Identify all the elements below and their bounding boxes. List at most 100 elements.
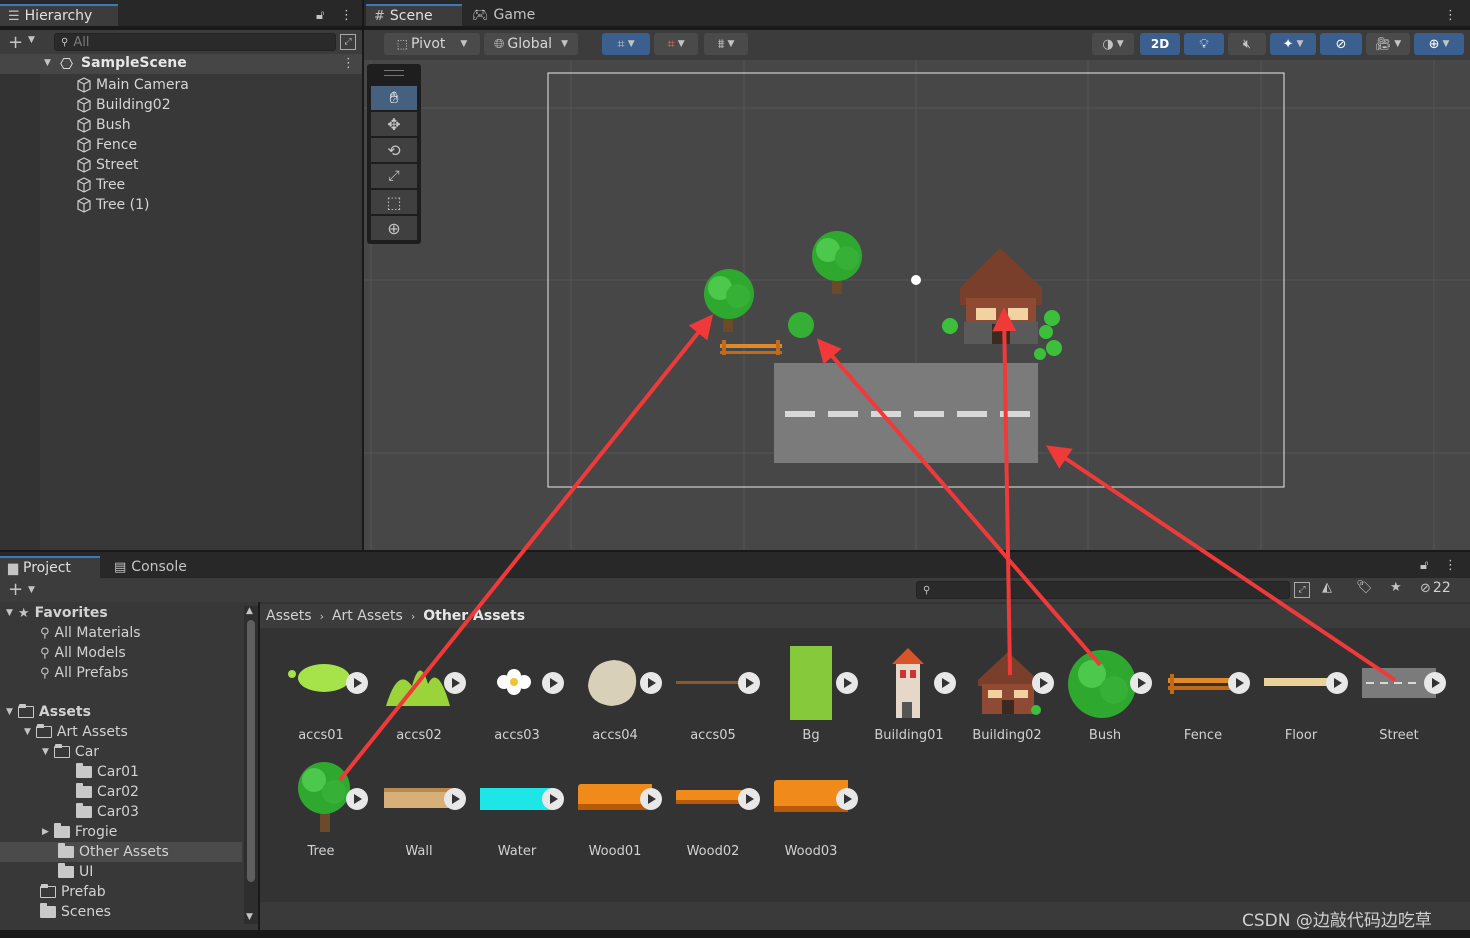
hand-tool-button[interactable]: ✋︎ bbox=[371, 86, 417, 110]
tree-1-sprite[interactable] bbox=[812, 231, 862, 294]
more-menu-icon[interactable]: ⋮ bbox=[340, 8, 353, 23]
chevron-down-icon[interactable]: ▼ bbox=[28, 35, 35, 45]
prefab-folder[interactable]: Prefab bbox=[40, 882, 106, 902]
camera-gizmo-icon[interactable] bbox=[911, 275, 921, 285]
favorite-star-icon[interactable]: ★ bbox=[1390, 580, 1402, 595]
tree-scrollbar[interactable] bbox=[244, 606, 258, 924]
favorite-item[interactable]: ⚲ All Prefabs bbox=[40, 663, 128, 683]
car02-folder[interactable]: Car02 bbox=[76, 782, 139, 802]
expand-arrow-icon[interactable]: ▼ bbox=[44, 58, 51, 68]
scene-viewport[interactable] bbox=[364, 60, 1470, 550]
hierarchy-item[interactable]: Bush bbox=[76, 115, 131, 135]
add-icon[interactable]: + bbox=[8, 32, 23, 53]
shading-mode-dropdown[interactable]: ◑ ▼ bbox=[1092, 33, 1134, 55]
chevron-down-icon[interactable]: ▼ bbox=[28, 585, 35, 595]
scale-tool-button[interactable]: ⤢ bbox=[371, 164, 417, 188]
rotate-tool-button[interactable]: ⟲ bbox=[371, 138, 417, 162]
lighting-toggle[interactable]: 💡︎ bbox=[1184, 33, 1224, 55]
scenes-folder[interactable]: Scenes bbox=[40, 902, 111, 922]
hierarchy-item[interactable]: Main Camera bbox=[76, 75, 189, 95]
tab-project[interactable]: ▆ Project bbox=[0, 556, 100, 578]
play-icon[interactable] bbox=[346, 788, 368, 810]
play-icon[interactable] bbox=[542, 788, 564, 810]
audio-toggle[interactable]: 🔇︎ bbox=[1228, 33, 1266, 55]
favorite-item[interactable]: ⚲ All Models bbox=[40, 643, 126, 663]
scene-more-menu-icon[interactable]: ⋮ bbox=[1444, 8, 1457, 23]
tab-scene[interactable]: # Scene bbox=[366, 4, 462, 26]
pivot-dropdown[interactable]: ⬚ Pivot ▼ bbox=[384, 33, 480, 55]
tool-palette-handle[interactable] bbox=[384, 70, 404, 76]
favorite-item[interactable]: ⚲ All Materials bbox=[40, 623, 141, 643]
hidden-packages-toggle[interactable]: ⊘ 22 bbox=[1420, 580, 1451, 596]
play-icon[interactable] bbox=[1228, 672, 1250, 694]
global-dropdown[interactable]: 🌐︎ Global ▼ bbox=[484, 33, 578, 55]
tab-console[interactable]: ▤ Console bbox=[106, 556, 216, 578]
scrollbar-thumb[interactable] bbox=[247, 620, 255, 882]
play-icon[interactable] bbox=[738, 788, 760, 810]
ui-folder[interactable]: UI bbox=[58, 862, 93, 882]
grid-snap-toggle[interactable]: ⌗ ▼ bbox=[602, 33, 650, 55]
breadcrumb-item-current[interactable]: Other Assets bbox=[423, 608, 525, 624]
ruler-toggle[interactable]: ⩩ ▼ bbox=[704, 33, 748, 55]
expand-window-icon[interactable]: ⤢ bbox=[340, 34, 356, 50]
scene-row[interactable]: ▼ ⎔ SampleScene ⋮ bbox=[0, 54, 362, 74]
assets-folder[interactable]: ▼ Assets bbox=[6, 702, 91, 722]
hierarchy-item[interactable]: Fence bbox=[76, 135, 137, 155]
play-icon[interactable] bbox=[1424, 672, 1446, 694]
project-add-icon[interactable]: + bbox=[8, 579, 23, 600]
play-icon[interactable] bbox=[346, 672, 368, 694]
project-lock-icon[interactable]: 🔓︎ bbox=[1420, 558, 1428, 573]
fence-sprite[interactable] bbox=[720, 340, 782, 355]
scroll-up-icon[interactable]: ▲ bbox=[246, 606, 253, 616]
frogie-folder[interactable]: ▶ Frogie bbox=[42, 822, 117, 842]
filter-label-icon[interactable]: 🏷︎ bbox=[1356, 580, 1373, 595]
car01-folder[interactable]: Car01 bbox=[76, 762, 139, 782]
play-icon[interactable] bbox=[738, 672, 760, 694]
hierarchy-search-input[interactable]: ⚲ All bbox=[54, 33, 336, 51]
project-more-icon[interactable]: ⋮ bbox=[1444, 558, 1457, 573]
play-icon[interactable] bbox=[444, 788, 466, 810]
breadcrumb-item[interactable]: Assets bbox=[266, 608, 312, 624]
bush-sprite[interactable] bbox=[788, 312, 814, 338]
effects-dropdown[interactable]: ✦ ▼ bbox=[1270, 33, 1316, 55]
tab-hierarchy[interactable]: ☰ Hierarchy bbox=[0, 4, 118, 26]
play-icon[interactable] bbox=[1326, 672, 1348, 694]
increment-snap-toggle[interactable]: ⌗ ▼ bbox=[654, 33, 698, 55]
play-icon[interactable] bbox=[640, 672, 662, 694]
rect-tool-button[interactable]: ⬚ bbox=[371, 190, 417, 214]
play-icon[interactable] bbox=[836, 788, 858, 810]
hierarchy-item[interactable]: Street bbox=[76, 155, 139, 175]
project-search-input[interactable]: ⚲ bbox=[916, 581, 1290, 599]
hierarchy-item[interactable]: Building02 bbox=[76, 95, 171, 115]
play-icon[interactable] bbox=[1032, 672, 1054, 694]
play-icon[interactable] bbox=[640, 788, 662, 810]
play-icon[interactable] bbox=[1130, 672, 1152, 694]
move-tool-button[interactable]: ✥ bbox=[371, 112, 417, 136]
play-icon[interactable] bbox=[836, 672, 858, 694]
other-assets-folder[interactable]: Other Assets bbox=[58, 842, 169, 862]
mode-2d-toggle[interactable]: 2D bbox=[1140, 33, 1180, 55]
gamepad-icon: 🎮︎ bbox=[472, 7, 489, 23]
scene-visibility-toggle[interactable]: ⊘ bbox=[1320, 33, 1362, 55]
art-assets-folder[interactable]: ▼ Art Assets bbox=[24, 722, 128, 742]
tab-game[interactable]: 🎮︎ Game bbox=[464, 4, 548, 26]
car-folder[interactable]: ▼ Car bbox=[42, 742, 99, 762]
car03-folder[interactable]: Car03 bbox=[76, 802, 139, 822]
building02-sprite[interactable] bbox=[942, 248, 1062, 360]
hierarchy-item[interactable]: Tree (1) bbox=[76, 195, 149, 215]
lock-icon[interactable]: 🔓︎ bbox=[316, 8, 324, 23]
hierarchy-item[interactable]: Tree bbox=[76, 175, 125, 195]
camera-dropdown[interactable]: 🎥︎ ▼ bbox=[1366, 33, 1410, 55]
breadcrumb-item[interactable]: Art Assets bbox=[332, 608, 403, 624]
search-expand-icon[interactable]: ⤢ bbox=[1294, 582, 1310, 598]
filter-type-icon[interactable]: ◭ bbox=[1322, 580, 1332, 595]
scroll-down-icon[interactable]: ▼ bbox=[246, 912, 253, 922]
tree-sprite[interactable] bbox=[704, 269, 754, 332]
gizmos-dropdown[interactable]: ⊕ ▼ bbox=[1414, 33, 1464, 55]
play-icon[interactable] bbox=[542, 672, 564, 694]
scene-more-icon[interactable]: ⋮ bbox=[342, 56, 355, 71]
favorites-header[interactable]: ▼ ★ Favorites bbox=[6, 603, 108, 623]
transform-tool-button[interactable]: ⊕ bbox=[371, 216, 417, 240]
play-icon[interactable] bbox=[934, 672, 956, 694]
play-icon[interactable] bbox=[444, 672, 466, 694]
